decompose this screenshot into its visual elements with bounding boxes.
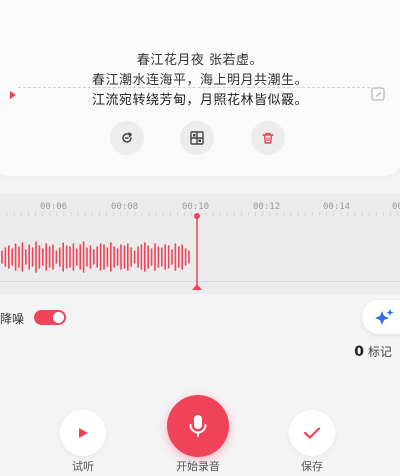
mark-count-number: 0 bbox=[354, 344, 364, 360]
denoise-toggle[interactable] bbox=[34, 310, 66, 325]
ai-enhance-button[interactable] bbox=[362, 300, 400, 334]
lyric-line-1: 春江花月夜 张若虚。 bbox=[136, 53, 264, 68]
scan-icon bbox=[190, 131, 204, 145]
save-label: 保存 bbox=[301, 460, 323, 473]
play-icon bbox=[79, 428, 88, 438]
edit-icon[interactable] bbox=[370, 86, 386, 102]
lyric-line-2: 春江潮水连海平，海上明月共潮生。 bbox=[91, 73, 308, 88]
waveform-timeline[interactable]: 00:06 00:08 00:10 00:12 00:14 00:1 bbox=[0, 194, 400, 294]
record-label: 开始录音 bbox=[176, 460, 220, 473]
playhead[interactable] bbox=[0, 194, 400, 294]
sparkle-icon bbox=[375, 309, 394, 325]
replay-icon bbox=[122, 132, 132, 143]
save-button[interactable] bbox=[289, 410, 335, 456]
preview-label: 试听 bbox=[72, 460, 94, 473]
scan-button[interactable] bbox=[180, 121, 214, 155]
record-button[interactable] bbox=[167, 395, 229, 457]
mark-counter: 0 标记 bbox=[354, 343, 392, 360]
lyric-line-3: 江流宛转绕芳甸，月照花林皆似霰。 bbox=[91, 93, 308, 108]
mark-count-label: 标记 bbox=[367, 345, 392, 359]
preview-button[interactable] bbox=[60, 410, 106, 456]
trash-icon bbox=[262, 132, 274, 144]
toggle-knob bbox=[53, 312, 64, 323]
microphone-icon bbox=[189, 415, 207, 437]
denoise-label: 降噪 bbox=[0, 312, 25, 326]
replay-button[interactable] bbox=[110, 121, 144, 155]
delete-button[interactable] bbox=[251, 121, 285, 155]
reading-cursor-line bbox=[18, 87, 370, 88]
check-icon bbox=[303, 427, 321, 439]
